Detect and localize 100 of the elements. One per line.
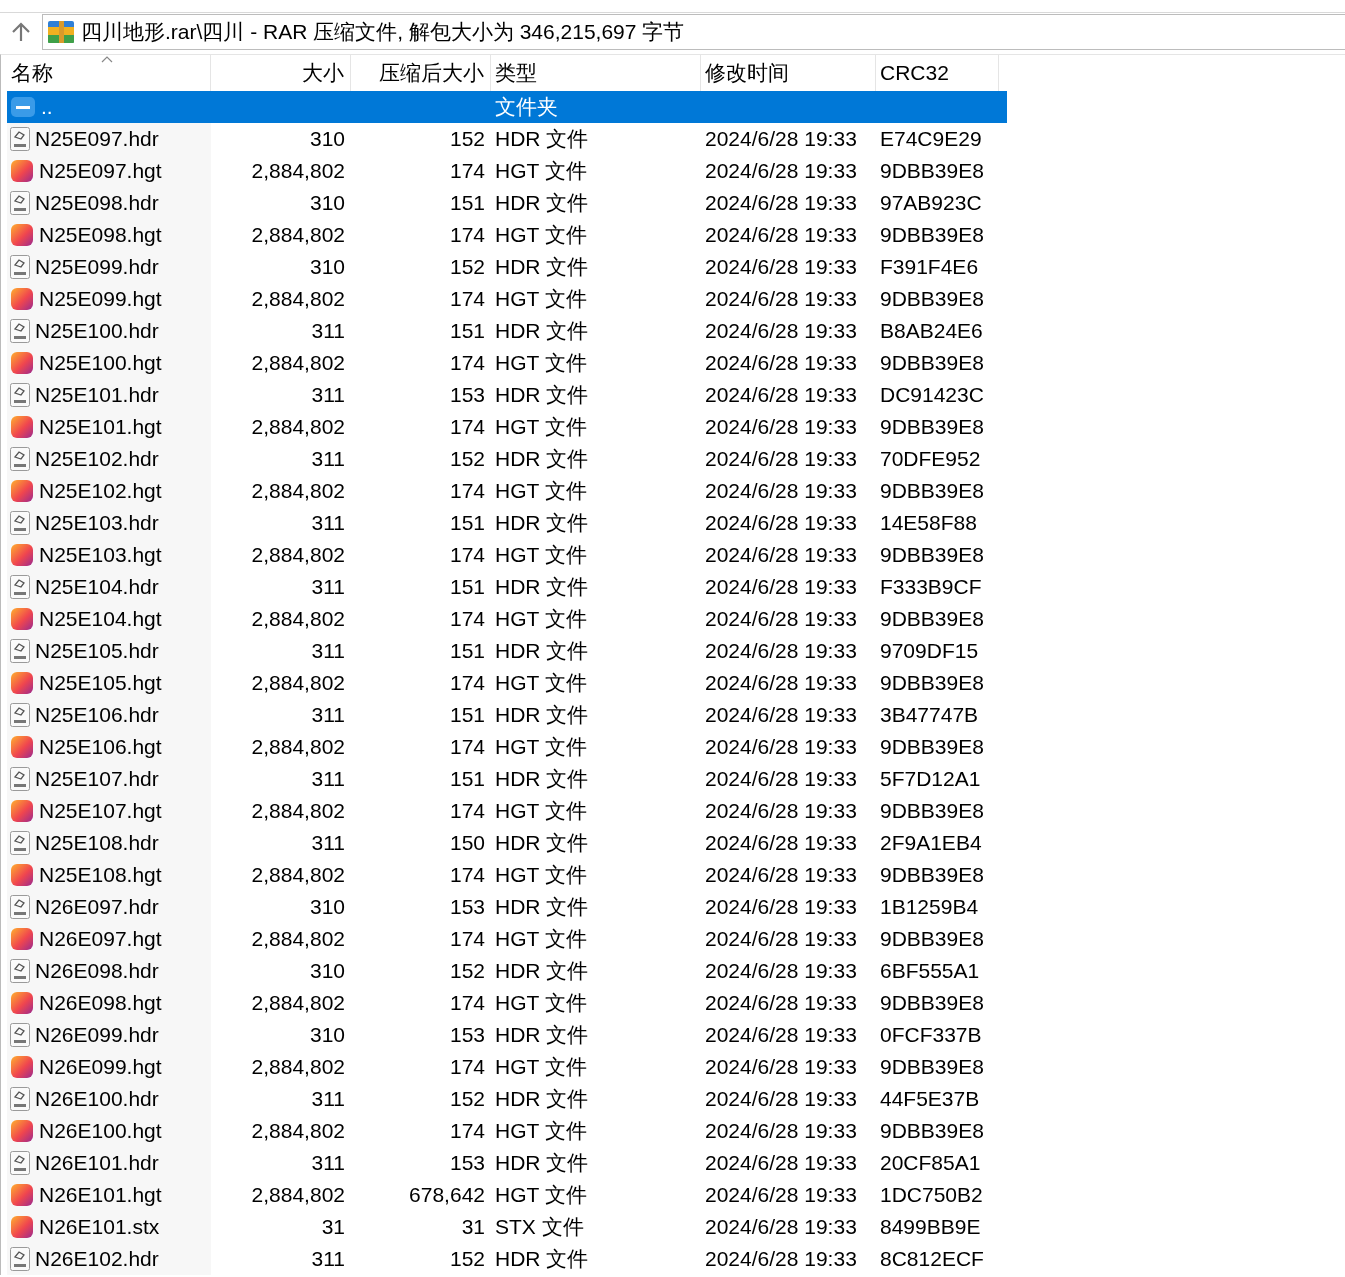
- crc-value: 8C812ECF: [880, 1247, 984, 1271]
- file-type: HGT 文件: [495, 542, 587, 568]
- modified-time: 2024/6/28 19:33: [705, 607, 857, 631]
- file-size: 311: [311, 639, 345, 663]
- file-size: 2,884,802: [251, 1183, 345, 1207]
- packed-size: 153: [449, 1023, 485, 1047]
- crc-value: F333B9CF: [880, 575, 982, 599]
- crc-value: 20CF85A1: [880, 1151, 981, 1175]
- modified-time: 2024/6/28 19:33: [705, 511, 857, 535]
- document-icon: [10, 1151, 30, 1175]
- file-type: HGT 文件: [495, 606, 587, 632]
- file-type: HDR 文件: [495, 766, 589, 792]
- crc-value: 14E58F88: [880, 511, 977, 535]
- file-type: HGT 文件: [495, 862, 587, 888]
- document-icon: [10, 383, 30, 407]
- modified-time: 2024/6/28 19:33: [705, 639, 857, 663]
- crc-value: 9DBB39E8: [880, 223, 984, 247]
- file-size: 2,884,802: [251, 479, 345, 503]
- packed-size: 153: [449, 1151, 485, 1175]
- gradient-square-icon: [10, 863, 34, 887]
- file-size: 2,884,802: [251, 607, 345, 631]
- file-size: 2,884,802: [251, 671, 345, 695]
- address-bar[interactable]: 四川地形.rar\四川 - RAR 压缩文件, 解包大小为 346,215,697 字节: [42, 14, 1345, 50]
- gradient-square-icon: [10, 159, 34, 183]
- modified-time: 2024/6/28 19:33: [705, 1183, 857, 1207]
- modified-time: 2024/6/28 19:33: [705, 383, 857, 407]
- packed-size: 174: [449, 607, 485, 631]
- gradient-square-icon: [10, 927, 34, 951]
- document-icon: [10, 895, 30, 919]
- packed-size: 174: [449, 991, 485, 1015]
- packed-size: 174: [449, 543, 485, 567]
- document-icon: [10, 511, 30, 535]
- gradient-square-icon: [10, 1055, 34, 1079]
- archive-icon: [47, 19, 75, 45]
- file-type: HDR 文件: [495, 446, 589, 472]
- packed-size: 174: [449, 735, 485, 759]
- file-size: 2,884,802: [251, 927, 345, 951]
- document-icon: [10, 703, 30, 727]
- gradient-square-icon: [10, 543, 34, 567]
- file-size: 311: [311, 1151, 345, 1175]
- crc-value: 9DBB39E8: [880, 351, 984, 375]
- gradient-square-icon: [10, 607, 34, 631]
- modified-time: 2024/6/28 19:33: [705, 191, 857, 215]
- crc-value: 8499BB9E: [880, 1215, 981, 1239]
- gradient-square-icon: [10, 991, 34, 1015]
- packed-size: 153: [449, 383, 485, 407]
- packed-size: 152: [449, 959, 485, 983]
- file-size: 310: [309, 1023, 345, 1047]
- file-type: HDR 文件: [495, 702, 589, 728]
- file-type: HGT 文件: [495, 478, 587, 504]
- modified-time: 2024/6/28 19:33: [705, 287, 857, 311]
- crc-value: 3B47747B: [880, 703, 979, 727]
- folder-icon: [10, 95, 36, 119]
- gradient-square-icon: [10, 799, 34, 823]
- packed-size: 174: [449, 671, 485, 695]
- crc-value: 9709DF15: [880, 639, 979, 663]
- file-size: 311: [311, 383, 345, 407]
- modified-time: 2024/6/28 19:33: [705, 1215, 857, 1239]
- up-arrow-icon[interactable]: [11, 22, 31, 42]
- file-size: 2,884,802: [251, 159, 345, 183]
- file-type: HDR 文件: [495, 1150, 589, 1176]
- modified-time: 2024/6/28 19:33: [705, 831, 857, 855]
- document-icon: [10, 767, 30, 791]
- modified-time: 2024/6/28 19:33: [705, 735, 857, 759]
- crc-value: 9DBB39E8: [880, 479, 984, 503]
- packed-size: 174: [449, 927, 485, 951]
- file-size: 31: [321, 1215, 345, 1239]
- crc-value: 9DBB39E8: [880, 671, 984, 695]
- crc-value: 5F7D12A1: [880, 767, 981, 791]
- modified-time: 2024/6/28 19:33: [705, 1247, 857, 1271]
- packed-size: 174: [449, 159, 485, 183]
- document-icon: [10, 1247, 30, 1271]
- modified-time: 2024/6/28 19:33: [705, 415, 857, 439]
- file-type: HGT 文件: [495, 798, 587, 824]
- modified-time: 2024/6/28 19:33: [705, 1151, 857, 1175]
- file-type: HDR 文件: [495, 510, 589, 536]
- file-type: HGT 文件: [495, 222, 587, 248]
- selected-row-highlight[interactable]: .. 文件夹: [7, 91, 1007, 123]
- crc-value: 9DBB39E8: [880, 735, 984, 759]
- modified-time: 2024/6/28 19:33: [705, 767, 857, 791]
- crc-value: 9DBB39E8: [880, 799, 984, 823]
- document-icon: [10, 959, 30, 983]
- packed-size: 151: [449, 575, 485, 599]
- packed-size: 151: [449, 319, 485, 343]
- packed-size: 174: [449, 351, 485, 375]
- packed-size: 174: [449, 1055, 485, 1079]
- modified-time: 2024/6/28 19:33: [705, 991, 857, 1015]
- file-size: 2,884,802: [251, 1055, 345, 1079]
- modified-time: 2024/6/28 19:33: [705, 223, 857, 247]
- gradient-square-icon: [10, 671, 34, 695]
- file-size: 310: [309, 959, 345, 983]
- file-type: HGT 文件: [495, 926, 587, 952]
- file-type: HDR 文件: [495, 318, 589, 344]
- file-size: 2,884,802: [251, 543, 345, 567]
- document-icon: [10, 639, 30, 663]
- packed-size: 153: [449, 895, 485, 919]
- file-type: HDR 文件: [495, 574, 589, 600]
- file-name[interactable]: ..: [41, 95, 53, 119]
- modified-time: 2024/6/28 19:33: [705, 319, 857, 343]
- file-type: HDR 文件: [495, 1086, 589, 1112]
